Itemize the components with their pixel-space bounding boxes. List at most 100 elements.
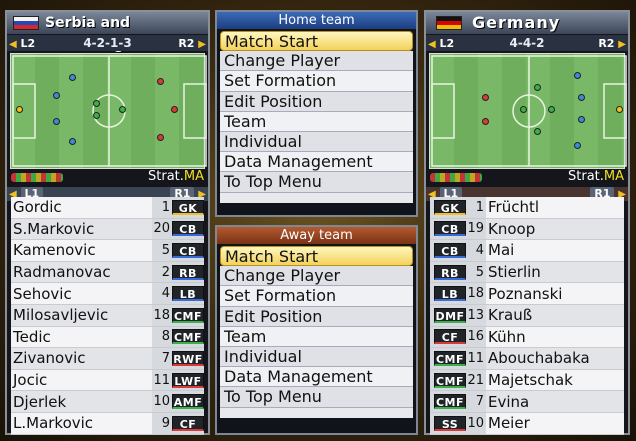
player-number: 7	[475, 394, 484, 410]
menu-item-data-management[interactable]: Data Management	[220, 152, 413, 173]
menu-item-edit-position[interactable]: Edit Position	[220, 306, 413, 327]
home-formation-next-button[interactable]: R2 ▶	[178, 36, 206, 53]
home-formation-pitch[interactable]	[10, 53, 207, 169]
player-number: 16	[467, 329, 484, 345]
player-number: 4	[475, 242, 484, 258]
away-player-marker	[578, 116, 585, 123]
player-row[interactable]: Djerlek 10 AMF	[11, 391, 204, 413]
menu-item-change-player[interactable]: Change Player	[220, 266, 413, 287]
player-row[interactable]: CMF 21 Majetschak	[430, 369, 624, 392]
player-number: 1	[475, 199, 484, 215]
away-formation-next-button[interactable]: R2 ▶	[598, 36, 626, 53]
arrow-left-icon: ◀	[9, 39, 17, 50]
player-name: Tedic	[13, 327, 51, 346]
position-badge: CMF	[434, 350, 466, 366]
position-badge: GK	[172, 199, 204, 215]
arrow-right-icon: ▶	[198, 39, 206, 50]
player-number: 8	[161, 329, 170, 345]
home-player-marker	[93, 100, 100, 107]
away-player-marker	[578, 94, 585, 101]
player-row[interactable]: Milosavljevic 18 CMF	[11, 304, 204, 327]
player-name: S.Markovic	[13, 219, 95, 238]
menu-item-edit-position[interactable]: Edit Position	[220, 91, 413, 112]
player-row[interactable]: GK 1 Früchtl	[430, 197, 624, 219]
player-number: 18	[467, 286, 484, 302]
menu-item-individual[interactable]: Individual	[220, 346, 413, 368]
player-number: 10	[467, 415, 484, 431]
player-number-position: 9 CF	[152, 412, 204, 434]
menu-item-individual[interactable]: Individual	[220, 131, 413, 153]
player-row[interactable]: CMF 7 Evina	[430, 391, 624, 413]
position-badge: CF	[172, 415, 204, 431]
player-name: Abouchabaka	[488, 349, 590, 368]
player-number: 4	[161, 286, 170, 302]
strategy-dots-icon	[430, 173, 482, 182]
away-strategy[interactable]: Strat.MA	[568, 169, 624, 185]
player-number: 19	[467, 221, 484, 237]
player-row[interactable]: DMF 13 Krauß	[430, 304, 624, 327]
away-formation-prev-button[interactable]: ◀ L2	[428, 36, 454, 53]
player-number: 7	[161, 350, 170, 366]
player-row[interactable]: S.Markovic 20 CB	[11, 218, 204, 241]
menu-item-to-top-menu[interactable]: To Top Menu	[220, 172, 413, 193]
position-badge: AMF	[172, 394, 204, 410]
player-row[interactable]: LB 18 Poznanski	[430, 283, 624, 305]
player-name: Radmanovac	[13, 263, 111, 282]
player-name: Zivanovic	[13, 349, 86, 368]
player-row[interactable]: RB 5 Stierlin	[430, 261, 624, 284]
arrow-right-icon: ▶	[618, 39, 626, 50]
player-row[interactable]: Zivanovic 7 RWF	[11, 348, 204, 370]
position-badge: RB	[172, 264, 204, 280]
player-row[interactable]: Sehovic 4 LB	[11, 283, 204, 305]
menu-item-change-player[interactable]: Change Player	[220, 51, 413, 72]
player-number: 5	[475, 264, 484, 280]
player-row[interactable]: Jocic 11 LWF	[11, 369, 204, 392]
player-number-position: SS 10	[430, 412, 486, 434]
menu-item-team[interactable]: Team	[220, 111, 413, 132]
player-name: Knoop	[488, 219, 536, 238]
away-formation-pitch[interactable]	[429, 53, 627, 169]
player-row[interactable]: L.Markovic 9 CF	[11, 412, 204, 435]
menu-item-match-start[interactable]: Match Start	[220, 31, 413, 52]
player-number-position: CMF 21	[430, 369, 486, 391]
player-number-position: CMF 11	[430, 348, 486, 369]
home-team-panel: Serbia and Montenegro ◀ L2 4-2-1-3 R2 ▶ …	[5, 10, 210, 435]
player-row[interactable]: CF 16 Kühn	[430, 326, 624, 349]
menu-item-team[interactable]: Team	[220, 326, 413, 347]
menu-item-set-formation[interactable]: Set Formation	[220, 71, 413, 92]
player-row[interactable]: CB 4 Mai	[430, 240, 624, 262]
player-row[interactable]: Radmanovac 2 RB	[11, 261, 204, 284]
home-team-menu: Home team Match Start Change Player Set Fo…	[215, 10, 418, 217]
player-row[interactable]: CMF 11 Abouchabaka	[430, 348, 624, 370]
player-name: Evina	[488, 392, 530, 411]
player-row[interactable]: Kamenovic 5 CB	[11, 240, 204, 262]
position-badge: RWF	[172, 350, 204, 366]
player-number: 2	[161, 264, 170, 280]
player-number-position: 20 CB	[152, 218, 204, 240]
menu-item-match-start[interactable]: Match Start	[220, 246, 413, 267]
position-badge: CB	[172, 221, 204, 237]
player-row[interactable]: Tedic 8 CMF	[11, 326, 204, 349]
player-name: Kamenovic	[13, 241, 96, 260]
home-player-marker	[69, 138, 76, 145]
player-number-position: 7 RWF	[152, 348, 204, 369]
position-badge: GK	[434, 199, 466, 215]
home-player-marker	[53, 92, 60, 99]
home-strategy-bar: Strat.MA	[7, 169, 208, 185]
player-row[interactable]: Gordic 1 GK	[11, 197, 204, 219]
home-player-marker	[93, 112, 100, 119]
player-number: 13	[467, 307, 484, 323]
position-badge: CB	[434, 221, 466, 237]
home-formation-prev-button[interactable]: ◀ L2	[9, 36, 35, 53]
player-row[interactable]: CB 19 Knoop	[430, 218, 624, 241]
home-player-marker	[69, 74, 76, 81]
away-formation-bar: ◀ L2 4-4-2 R2 ▶	[426, 35, 628, 51]
position-badge: CMF	[434, 394, 466, 410]
menu-item-set-formation[interactable]: Set Formation	[220, 286, 413, 307]
home-player-marker	[157, 78, 164, 85]
menu-item-to-top-menu[interactable]: To Top Menu	[220, 387, 413, 408]
home-strategy[interactable]: Strat.MA	[148, 169, 204, 185]
player-row[interactable]: SS 10 Meier	[430, 412, 624, 435]
menu-item-data-management[interactable]: Data Management	[220, 367, 413, 388]
germany-flag-icon	[436, 16, 462, 30]
